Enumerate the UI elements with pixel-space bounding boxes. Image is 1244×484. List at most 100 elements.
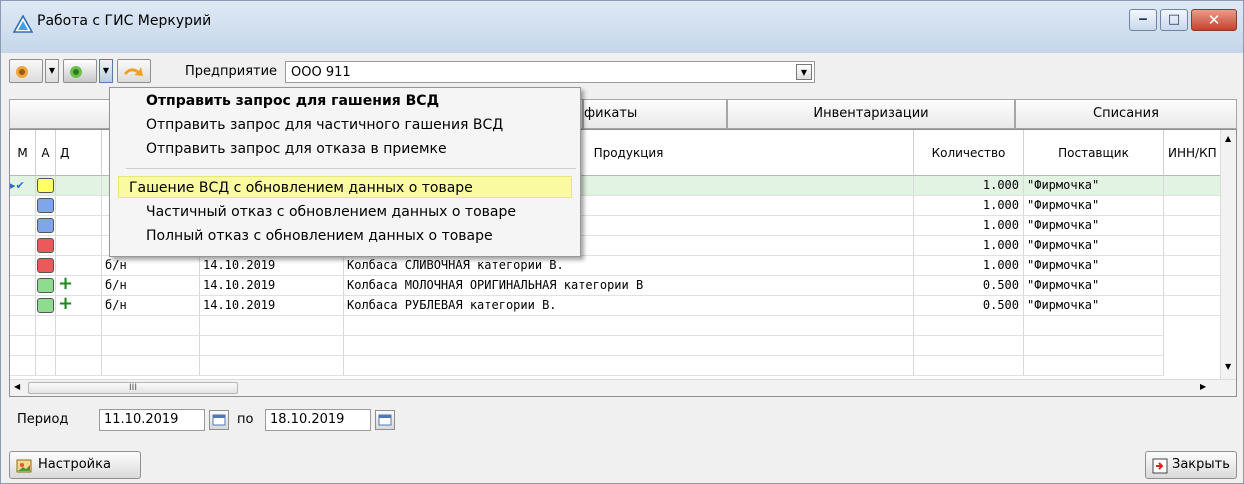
cell-d[interactable] — [56, 176, 102, 196]
cell-a[interactable] — [36, 256, 56, 276]
cell-m[interactable] — [10, 196, 36, 216]
cell-m[interactable] — [10, 236, 36, 256]
scroll-right-icon[interactable]: ▶ — [1200, 382, 1206, 391]
vertical-scrollbar[interactable]: ▲ ▼ — [1220, 130, 1236, 380]
col-header-d[interactable]: Д — [56, 130, 102, 176]
horizontal-scrollbar[interactable]: ◀ III ▶ — [10, 379, 1236, 396]
scroll-up-icon[interactable]: ▲ — [1225, 134, 1231, 143]
period-to-field[interactable]: 18.10.2019 — [265, 409, 371, 431]
cell-qty[interactable]: 0.500 — [914, 276, 1024, 296]
cell-doc[interactable]: б/н — [102, 256, 200, 276]
cell-m[interactable]: ▸✔ — [10, 176, 36, 196]
cell-m[interactable] — [10, 256, 36, 276]
cell-doc[interactable]: б/н — [102, 296, 200, 316]
cell-a[interactable] — [36, 176, 56, 196]
cell-d[interactable]: + — [56, 296, 102, 316]
chevron-down-icon[interactable]: ▼ — [796, 64, 812, 80]
tab-1[interactable] — [9, 99, 121, 129]
cell-d[interactable] — [56, 236, 102, 256]
cell-m[interactable] — [10, 276, 36, 296]
cell-a[interactable] — [36, 236, 56, 256]
menu-item-full-refusal-update[interactable]: Полный отказ с обновлением данных о това… — [118, 225, 572, 247]
cell-qty[interactable]: 1.000 — [914, 256, 1024, 276]
cell-doc[interactable]: б/н — [102, 276, 200, 296]
calendar-to-button[interactable] — [375, 410, 395, 430]
cell-inn[interactable] — [1164, 196, 1222, 216]
scroll-down-icon[interactable]: ▼ — [1225, 362, 1231, 371]
cell-qty[interactable]: 1.000 — [914, 236, 1024, 256]
table-row[interactable]: + б/н 14.10.2019 Колбаса РУБЛЕВАЯ категории… — [10, 296, 1222, 316]
cell-supplier[interactable]: "Фирмочка" — [1024, 176, 1164, 196]
table-row[interactable]: + б/н 14.10.2019 Колбаса МОЛОЧНАЯ ОРИГИНАЛЬ… — [10, 276, 1222, 296]
cell-qty[interactable]: 1.000 — [914, 176, 1024, 196]
cell-m[interactable] — [10, 296, 36, 316]
cell-date[interactable]: 14.10.2019 — [200, 276, 344, 296]
cell-supplier[interactable]: "Фирмочка" — [1024, 296, 1164, 316]
menu-item-send-acceptance-refusal[interactable]: Отправить запрос для отказа в приемке — [118, 138, 572, 160]
cell-inn[interactable] — [1164, 176, 1222, 196]
cell-inn[interactable] — [1164, 216, 1222, 236]
cell-a[interactable] — [36, 296, 56, 316]
cell-supplier[interactable]: "Фирмочка" — [1024, 256, 1164, 276]
close-window-button[interactable]: ✕ — [1191, 9, 1237, 31]
send-request-dropdown[interactable]: ▼ — [45, 59, 59, 83]
horizontal-scroll-thumb[interactable]: III — [28, 382, 238, 394]
scroll-left-icon[interactable]: ◀ — [14, 382, 20, 391]
cell-inn[interactable] — [1164, 296, 1222, 316]
cell-d[interactable] — [56, 256, 102, 276]
cell-qty[interactable]: 1.000 — [914, 196, 1024, 216]
col-header-a[interactable]: А — [36, 130, 56, 176]
menu-separator — [126, 168, 576, 169]
cell-qty[interactable]: 0.500 — [914, 296, 1024, 316]
tab-inventory[interactable]: Инвентаризации — [727, 99, 1015, 129]
col-header-supplier[interactable]: Поставщик — [1024, 130, 1164, 176]
cell-a[interactable] — [36, 276, 56, 296]
col-header-m[interactable]: М — [10, 130, 36, 176]
maximize-button[interactable]: □ — [1160, 9, 1188, 31]
enterprise-select[interactable]: ООО 911 ▼ — [285, 61, 815, 83]
cell-inn[interactable] — [1164, 236, 1222, 256]
cell-supplier[interactable]: "Фирмочка" — [1024, 236, 1164, 256]
receive-request-button[interactable] — [63, 59, 97, 83]
menu-item-redemption-update[interactable]: Гашение ВСД с обновлением данных о товар… — [118, 176, 572, 198]
col-header-quantity[interactable]: Количество — [914, 130, 1024, 176]
menu-item-partial-refusal-update[interactable]: Частичный отказ с обновлением данных о т… — [118, 201, 572, 223]
cell-product[interactable]: Колбаса РУБЛЕВАЯ категории В. — [344, 296, 914, 316]
menu-item-send-vsd-redemption[interactable]: Отправить запрос для гашения ВСД — [118, 90, 572, 112]
cell-qty[interactable]: 1.000 — [914, 216, 1024, 236]
minimize-button[interactable]: ‒ — [1129, 9, 1157, 31]
period-from-field[interactable]: 11.10.2019 — [99, 409, 205, 431]
tab-writeoffs[interactable]: Списания — [1015, 99, 1237, 129]
close-button[interactable]: Закрыть — [1145, 451, 1237, 479]
table-row[interactable]: б/н 14.10.2019 Колбаса СЛИВОЧНАЯ категории… — [10, 256, 1222, 276]
send-request-button[interactable] — [9, 59, 43, 83]
settings-button-label: Настройка — [38, 457, 111, 472]
cell-d[interactable] — [56, 216, 102, 236]
cell-a[interactable] — [36, 216, 56, 236]
cell-supplier[interactable]: "Фирмочка" — [1024, 216, 1164, 236]
cell-date[interactable]: 14.10.2019 — [200, 296, 344, 316]
cell-product[interactable]: Колбаса СЛИВОЧНАЯ категории В. — [344, 256, 914, 276]
table-row-empty[interactable] — [10, 336, 1222, 356]
cell-inn[interactable] — [1164, 256, 1222, 276]
tab-certificates[interactable]: фикаты — [583, 99, 727, 129]
col-header-inn[interactable]: ИНН/КП — [1164, 130, 1224, 176]
cell-inn[interactable] — [1164, 276, 1222, 296]
cell-d[interactable] — [56, 196, 102, 216]
cell-a[interactable] — [36, 196, 56, 216]
menu-item-send-partial-redemption[interactable]: Отправить запрос для частичного гашения … — [118, 114, 572, 136]
cell-m[interactable] — [10, 216, 36, 236]
refresh-button[interactable] — [117, 59, 151, 83]
receive-request-dropdown[interactable]: ▼ — [99, 59, 113, 83]
table-row-empty[interactable] — [10, 316, 1222, 336]
cell-supplier[interactable]: "Фирмочка" — [1024, 276, 1164, 296]
table-row-empty[interactable] — [10, 356, 1222, 376]
cell-product[interactable]: Колбаса МОЛОЧНАЯ ОРИГИНАЛЬНАЯ категории … — [344, 276, 914, 296]
settings-button[interactable]: Настройка — [9, 451, 141, 479]
cell-supplier[interactable]: "Фирмочка" — [1024, 196, 1164, 216]
cell-d[interactable]: + — [56, 276, 102, 296]
period-filter: Период 11.10.2019 по 18.10.2019 — [17, 407, 517, 435]
cell-date[interactable]: 14.10.2019 — [200, 256, 344, 276]
title-bar[interactable]: Работа с ГИС Меркурий ‒ □ ✕ — [1, 1, 1243, 53]
calendar-from-button[interactable] — [209, 410, 229, 430]
